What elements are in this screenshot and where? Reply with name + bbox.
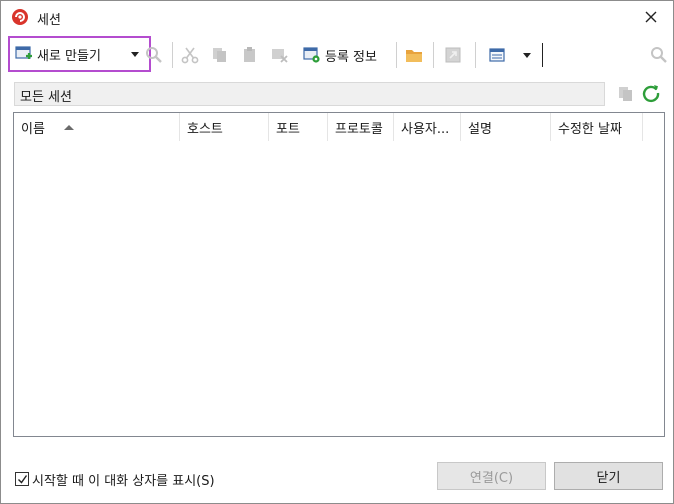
view-mode-dropdown-icon[interactable] (523, 53, 531, 58)
paste-icon[interactable] (241, 46, 259, 64)
toolbar-divider (475, 42, 476, 68)
toolbar: 새로 만들기 등록 정보 (6, 36, 668, 74)
folder-copy-icon[interactable] (617, 85, 635, 103)
show-on-startup-option[interactable]: 시작할 때 이 대화 상자를 표시(S) (15, 470, 215, 489)
column-header-label: 이름 (21, 122, 45, 137)
sort-ascending-icon (64, 125, 74, 130)
window-title: 세션 (37, 13, 61, 28)
toolbar-divider (396, 42, 397, 68)
new-session-label: 새로 만들기 (37, 48, 101, 64)
session-folder-label: 모든 세션 (20, 90, 72, 105)
shortcut-icon[interactable] (444, 46, 462, 64)
checkmark-icon (17, 474, 27, 484)
register-info-label: 등록 정보 (325, 49, 377, 65)
open-folder-icon[interactable] (405, 46, 423, 64)
toolbar-divider (433, 42, 434, 68)
session-list[interactable]: 이름 호스트 포트 프로토콜 사용자... 설명 수정한 날짜 (13, 112, 665, 437)
sessions-dialog: 세션 새로 만들기 등록 정보 모든 세션 이름 호스트 포트 프로토콜 사용자… (0, 0, 674, 504)
close-dialog-button[interactable]: 닫기 (554, 462, 663, 490)
new-session-dropdown-icon[interactable] (131, 52, 139, 57)
search-input[interactable] (542, 43, 668, 67)
search-icon[interactable] (650, 46, 668, 64)
find-icon[interactable] (145, 46, 163, 64)
close-button[interactable] (633, 3, 669, 31)
column-header-modified-date[interactable]: 수정한 날짜 (551, 113, 643, 141)
column-header-label: 프로토콜 (335, 122, 383, 137)
column-header-user[interactable]: 사용자... (394, 113, 461, 141)
register-info-icon (303, 47, 320, 63)
register-info-button[interactable]: 등록 정보 (303, 44, 377, 66)
connect-button[interactable]: 연결(C) (437, 462, 546, 490)
column-header-host[interactable]: 호스트 (180, 113, 269, 141)
session-list-header: 이름 호스트 포트 프로토콜 사용자... 설명 수정한 날짜 (14, 113, 644, 141)
column-header-description[interactable]: 설명 (461, 113, 551, 141)
column-header-label: 포트 (276, 122, 300, 137)
close-icon (645, 11, 657, 23)
column-header-label: 사용자... (401, 122, 450, 137)
view-mode-icon[interactable] (488, 46, 506, 64)
column-header-port[interactable]: 포트 (269, 113, 328, 141)
column-header-name[interactable]: 이름 (14, 113, 180, 141)
title-bar: 세션 (1, 1, 673, 33)
cut-icon[interactable] (181, 46, 199, 64)
copy-icon[interactable] (211, 46, 229, 64)
new-session-button[interactable]: 새로 만들기 (8, 36, 151, 72)
app-logo-icon (12, 9, 28, 25)
session-folder-path: 모든 세션 (14, 82, 605, 106)
toolbar-divider (172, 42, 173, 68)
column-header-label: 호스트 (187, 122, 223, 137)
show-on-startup-checkbox[interactable] (15, 472, 29, 486)
refresh-icon[interactable] (641, 83, 661, 103)
column-header-label: 수정한 날짜 (558, 122, 622, 137)
new-session-icon (15, 46, 32, 59)
column-header-protocol[interactable]: 프로토콜 (328, 113, 394, 141)
column-header-label: 설명 (468, 122, 492, 137)
show-on-startup-label: 시작할 때 이 대화 상자를 표시(S) (32, 473, 215, 489)
delete-icon[interactable] (271, 46, 289, 64)
